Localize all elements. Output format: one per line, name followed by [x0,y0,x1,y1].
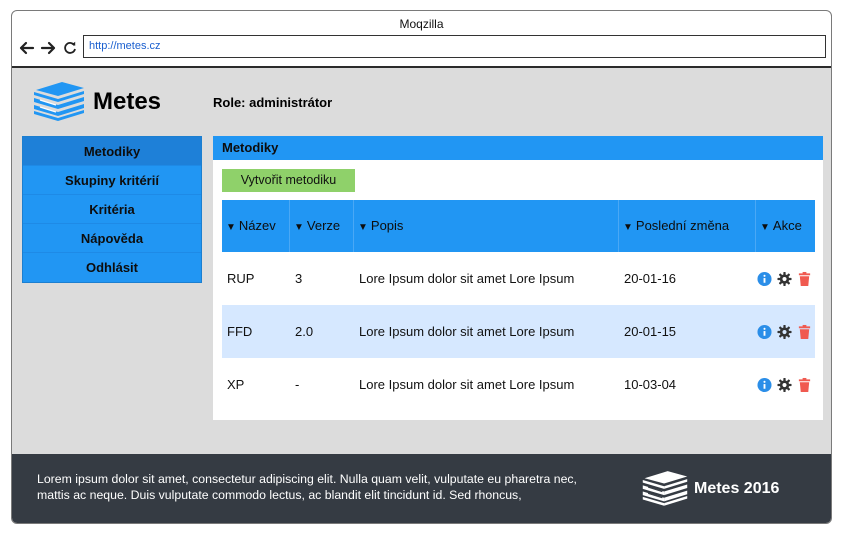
sort-down-icon: ▼ [623,222,633,233]
column-header-verze[interactable]: ▼ Verze [290,200,354,252]
sidebar-item-skupiny-kriterii[interactable]: Skupiny kritérií [23,166,201,195]
row-actions [756,252,815,305]
table-row: FFD 2.0 Lore Ipsum dolor sit amet Lore I… [222,305,815,358]
cell-last-change: 10-03-04 [624,377,677,392]
sidebar-item-metodiky[interactable]: Metodiky [23,137,201,166]
panel-title: Metodiky [213,136,823,160]
gear-icon[interactable] [777,271,792,287]
row-actions [756,358,815,411]
sidebar-item-kriteria[interactable]: Kritéria [23,195,201,224]
books-logo-icon [32,80,86,122]
cell-description: Lore Ipsum dolor sit amet Lore Ipsum [359,271,575,286]
books-logo-icon [641,469,689,507]
sort-down-icon: ▼ [358,222,368,233]
methodology-table: ▼ Název ▼ Verze ▼ Popis ▼ Poslední změna ▼ Ak… [222,200,815,411]
row-actions [756,305,815,358]
sort-down-icon: ▼ [760,222,770,233]
browser-window: Moqzilla http://metes.cz Metes Role: adm… [11,10,832,524]
brand-name: Metes [93,88,162,115]
footer-text: Lorem ipsum dolor sit amet, consectetur … [37,472,577,502]
sidebar-menu: Metodiky Skupiny kritérií Kritéria Nápov… [22,136,202,283]
cell-name: FFD [227,324,253,339]
sidebar-item-napoveda[interactable]: Nápověda [23,224,201,253]
forward-arrow-icon[interactable] [39,39,57,57]
cell-version: 2.0 [295,324,314,339]
cell-last-change: 20-01-15 [624,324,677,339]
url-bar[interactable]: http://metes.cz [83,35,826,58]
trash-icon[interactable] [797,271,812,287]
trash-icon[interactable] [797,324,812,340]
gear-icon[interactable] [777,324,792,340]
info-icon[interactable] [757,271,772,287]
cell-name: RUP [227,271,255,286]
cell-version: - [295,377,300,392]
cell-name: XP [227,377,245,392]
cell-description: Lore Ipsum dolor sit amet Lore Ipsum [359,324,575,339]
info-icon[interactable] [757,377,772,393]
table-row: RUP 3 Lore Ipsum dolor sit amet Lore Ips… [222,252,815,305]
gear-icon[interactable] [777,377,792,393]
cell-version: 3 [295,271,303,286]
user-role: Role: administrátor [213,95,333,110]
window-title: Moqzilla [399,17,444,31]
sort-down-icon: ▼ [294,222,304,233]
table-header: ▼ Název ▼ Verze ▼ Popis ▼ Poslední změna ▼ Ak… [222,200,815,252]
metodiky-panel: Metodiky Vytvořit metodiku ▼ Název ▼ Verze… [213,136,823,420]
sort-down-icon: ▼ [226,222,236,233]
page-content: Metes Role: administrátor Metodiky Skupi… [12,68,831,454]
info-icon[interactable] [757,324,772,340]
cell-last-change: 20-01-16 [624,271,677,286]
footer: Lorem ipsum dolor sit amet, consectetur … [12,454,831,523]
footer-brand: Metes 2016 [694,480,780,497]
table-row: XP - Lore Ipsum dolor sit amet Lore Ipsu… [222,358,815,411]
create-methodology-button[interactable]: Vytvořit metodiku [222,169,355,192]
back-arrow-icon[interactable] [18,39,36,57]
column-header-posledni-zmena[interactable]: ▼ Poslední změna [619,200,756,252]
column-header-akce[interactable]: ▼ Akce [756,200,815,252]
reload-icon[interactable] [61,39,79,57]
sidebar-item-odhlasit[interactable]: Odhlásit [23,253,201,282]
column-header-nazev[interactable]: ▼ Název [222,200,290,252]
cell-description: Lore Ipsum dolor sit amet Lore Ipsum [359,377,575,392]
column-header-popis[interactable]: ▼ Popis [354,200,619,252]
trash-icon[interactable] [797,377,812,393]
